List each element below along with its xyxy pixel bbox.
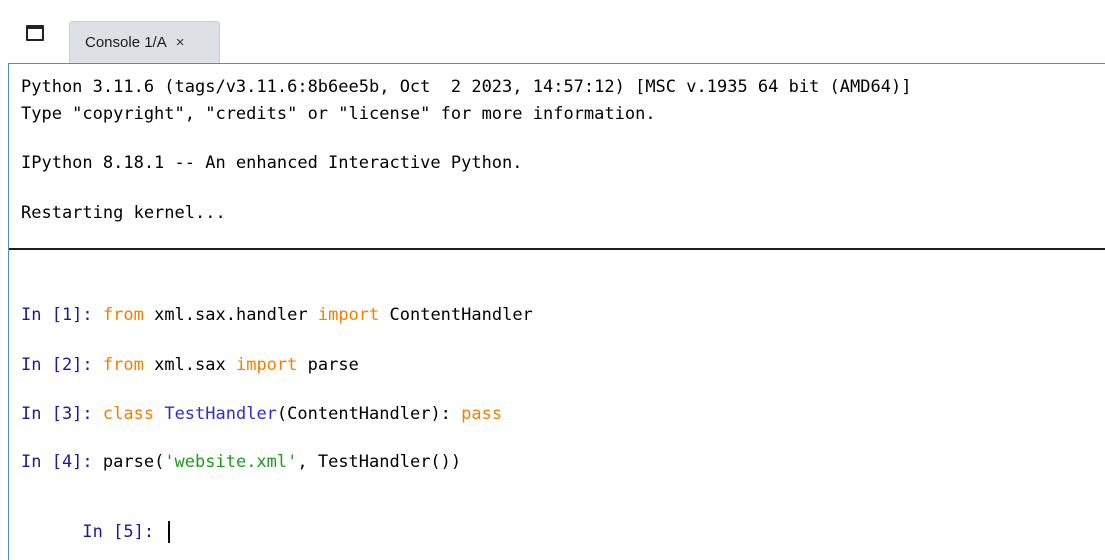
code-token: TestHandler	[164, 404, 277, 424]
close-icon[interactable]: ×	[176, 34, 185, 51]
code-token: parse(	[102, 452, 165, 472]
code-token: 'website.xml'	[164, 452, 298, 472]
code-token: from	[102, 355, 144, 375]
input-prompt: In [5]:	[82, 522, 165, 542]
banner-ipython-version: IPython 8.18.1 -- An enhanced Interactiv…	[21, 153, 523, 173]
code-token: xml.sax	[143, 355, 236, 375]
code-token: ContentHandler	[379, 305, 533, 325]
tab-console-1a[interactable]: Console 1/A ×	[69, 21, 220, 63]
code-cell-line: In [3]: class TestHandler(ContentHandler…	[21, 403, 502, 425]
banner-python-version: Python 3.11.6 (tags/v3.11.6:8b6ee5b, Oct…	[21, 77, 912, 97]
console-tab-bar: Console 1/A ×	[0, 0, 1105, 63]
input-prompt: In [4]:	[21, 452, 103, 472]
code-token: pass	[461, 404, 503, 424]
code-token: import	[235, 355, 298, 375]
active-input-line[interactable]: In [5]:	[21, 499, 171, 560]
restart-message: Restarting kernel...	[21, 203, 226, 223]
window-icon[interactable]	[26, 25, 44, 41]
code-token: (ContentHandler):	[276, 404, 462, 424]
banner-license-info: Type "copyright", "credits" or "license"…	[21, 104, 656, 124]
code-token: import	[317, 305, 380, 325]
input-prompt: In [3]:	[21, 404, 103, 424]
input-prompt: In [2]:	[21, 355, 103, 375]
code-token: parse	[297, 355, 359, 375]
code-cell-line: In [2]: from xml.sax import parse	[21, 354, 359, 376]
input-prompt: In [1]:	[21, 305, 103, 325]
text-cursor	[168, 521, 171, 543]
console-output-area[interactable]: Python 3.11.6 (tags/v3.11.6:8b6ee5b, Oct…	[8, 63, 1105, 560]
code-token: , TestHandler())	[297, 452, 462, 472]
code-token: xml.sax.handler	[143, 305, 318, 325]
ipython-console-window: Console 1/A × Python 3.11.6 (tags/v3.11.…	[0, 0, 1105, 560]
code-token: from	[102, 305, 144, 325]
restart-separator	[9, 248, 1105, 250]
tab-label: Console 1/A	[85, 34, 167, 51]
code-token: class	[102, 404, 155, 424]
code-cell-line: In [1]: from xml.sax.handler import Cont…	[21, 304, 533, 326]
code-cell-line: In [4]: parse('website.xml', TestHandler…	[21, 451, 461, 473]
